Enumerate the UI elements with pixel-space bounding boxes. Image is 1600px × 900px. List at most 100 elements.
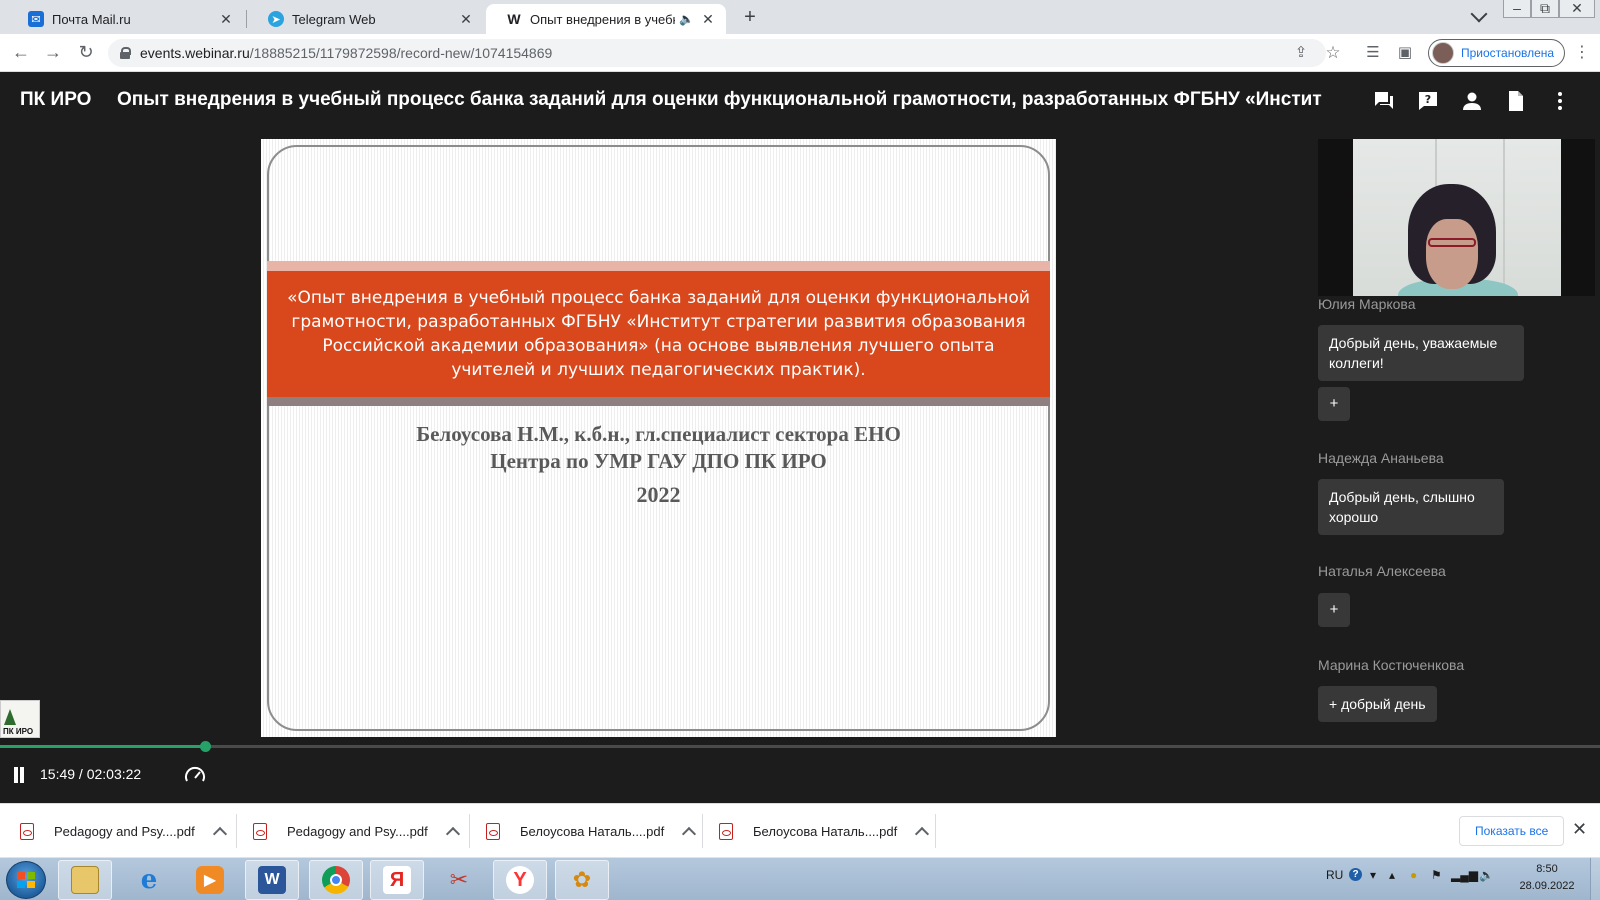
tab-title: Почта Mail.ru [52,11,131,27]
profile-button[interactable]: Приостановлена [1428,39,1566,67]
chevron-up-icon[interactable] [915,826,930,841]
document-icon[interactable] [1504,89,1528,113]
help-icon[interactable]: ? [1349,868,1362,881]
paint-icon: ✿ [572,867,592,892]
presenter-glasses [1428,238,1476,247]
back-arrow-icon[interactable]: ← [10,42,32,64]
network-search-icon[interactable]: ● [1410,868,1417,882]
show-all-downloads-button[interactable]: Показать все [1459,816,1565,846]
avatar [1432,42,1454,64]
tab-close-icon[interactable]: ✕ [218,11,234,28]
download-filename: Pedagogy and Psy....pdf [54,823,195,839]
tab-search-icon[interactable] [1470,5,1488,23]
tab-telegram[interactable]: ➤ Telegram Web ✕ [248,4,484,34]
minimize-button[interactable]: – [1503,0,1531,18]
download-separator [469,814,470,848]
logo-text: ПК ИРО [3,727,34,736]
browser-menu-icon[interactable]: ⋮ [1572,43,1592,63]
reload-icon[interactable]: ↻ [75,42,97,64]
download-item[interactable]: Pedagogy and Psy....pdf [253,804,460,858]
flag-icon[interactable]: ⚑ [1431,868,1442,882]
chrome-icon [322,866,350,894]
tree-logo-icon [4,709,16,725]
browser-toolbar: ← → ↻ events.webinar.ru/18885215/1179872… [0,34,1600,72]
download-item[interactable]: Белоусова Наталь....pdf [486,804,697,858]
media-player-icon: ▶ [196,866,224,894]
system-clock[interactable]: 8:50 28.09.2022 [1512,861,1582,895]
speaker-icon[interactable]: 🔈 [679,12,694,26]
playback-speed-icon[interactable] [184,765,206,785]
taskbar-media-player[interactable]: ▶ [183,860,237,900]
signal-icon[interactable]: ▂▄▆ [1451,868,1478,882]
more-menu-icon[interactable] [1548,89,1572,113]
slide-title-band: «Опыт внедрения в учебный процесс банка … [267,271,1050,397]
taskbar-explorer[interactable] [58,860,112,900]
address-bar[interactable]: events.webinar.ru/18885215/1179872598/re… [108,39,1326,67]
chat-author: Марина Костюченкова [1318,657,1465,673]
chat-plus-button[interactable]: + [1318,593,1350,627]
restore-button[interactable]: ⧉ [1531,0,1559,18]
tab-webinar[interactable]: W Опыт внедрения в учебный 🔈 ✕ [486,4,726,34]
tab-separator [246,10,247,28]
svg-text:?: ? [1425,93,1431,106]
tray-arrow-icon[interactable]: ▾ [1370,868,1376,882]
timecode: 15:49 / 02:03:22 [40,766,142,782]
lock-icon[interactable] [120,47,131,59]
pdf-icon [20,822,34,840]
chat-author: Надежда Ананьева [1318,450,1444,466]
webinar-w-icon: W [507,11,521,27]
slide-grey-band [267,397,1050,406]
chevron-up-icon[interactable] [212,826,227,841]
telegram-icon: ➤ [268,11,284,27]
question-icon[interactable]: ? [1416,89,1440,113]
bookmark-star-icon[interactable]: ☆ [1323,43,1343,63]
chevron-up-icon[interactable] [682,826,697,841]
chevron-up-icon[interactable] [445,826,460,841]
tab-close-icon[interactable]: ✕ [458,11,474,28]
tab-close-icon[interactable]: ✕ [700,11,716,28]
taskbar-word[interactable]: W [245,860,299,900]
taskbar-paint[interactable]: ✿ [555,860,609,900]
progress-bar[interactable] [0,741,1600,752]
forward-arrow-icon[interactable]: → [42,42,64,64]
media-control-icon[interactable]: ☰ [1363,43,1383,63]
windows-taskbar: e ▶ W Я ✂ Y ✿ RU ? ▾ ▴ ● ⚑ ▂▄▆ 🔈 8:50 28… [0,857,1600,900]
language-indicator[interactable]: RU [1326,868,1343,882]
pdf-icon [486,822,500,840]
taskbar-yandex[interactable]: Я [370,860,424,900]
slide-author-line: Центра по УМР ГАУ ДПО ПК ИРО [490,449,827,473]
download-item[interactable]: Pedagogy and Psy....pdf [20,804,227,858]
new-tab-button[interactable]: + [738,6,762,30]
show-desktop-button[interactable] [1590,858,1600,900]
chat-plus-button[interactable]: + [1318,387,1350,421]
taskbar-scissors[interactable]: ✂ [432,860,486,900]
chat-author: Наталья Алексеева [1318,563,1446,579]
participant-icon[interactable] [1460,89,1484,113]
chat-message: + добрый день [1318,686,1437,722]
tab-mail[interactable]: ✉ Почта Mail.ru ✕ [8,4,244,34]
share-icon[interactable]: ⇪ [1291,43,1311,63]
close-window-button[interactable]: ✕ [1559,0,1595,18]
download-filename: Pedagogy and Psy....pdf [287,823,428,839]
show-hidden-icons-icon[interactable]: ▴ [1389,868,1395,882]
presentation-slide: «Опыт внедрения в учебный процесс банка … [261,139,1056,737]
progress-fill [0,745,205,748]
side-panel-icon[interactable]: ▣ [1395,43,1415,63]
taskbar-chrome[interactable] [309,860,363,900]
download-filename: Белоусова Наталь....pdf [520,823,665,839]
word-icon: W [258,866,286,894]
start-button[interactable] [6,861,46,899]
pause-icon[interactable] [12,767,26,783]
download-item[interactable]: Белоусова Наталь....pdf [719,804,930,858]
download-bar: Pedagogy and Psy....pdf Pedagogy and Psy… [0,803,1600,857]
explorer-icon [71,866,99,894]
chat-icon[interactable] [1372,89,1396,113]
volume-icon[interactable]: 🔈 [1479,868,1494,882]
presenter-video[interactable] [1318,139,1595,296]
taskbar-ie[interactable]: e [122,860,176,900]
download-separator [935,814,936,848]
taskbar-yandex-browser[interactable]: Y [493,860,547,900]
progress-handle[interactable] [200,741,211,752]
browser-tab-strip: ✉ Почта Mail.ru ✕ ➤ Telegram Web ✕ W Опы… [0,0,1600,34]
close-download-bar-icon[interactable]: ✕ [1572,819,1587,840]
